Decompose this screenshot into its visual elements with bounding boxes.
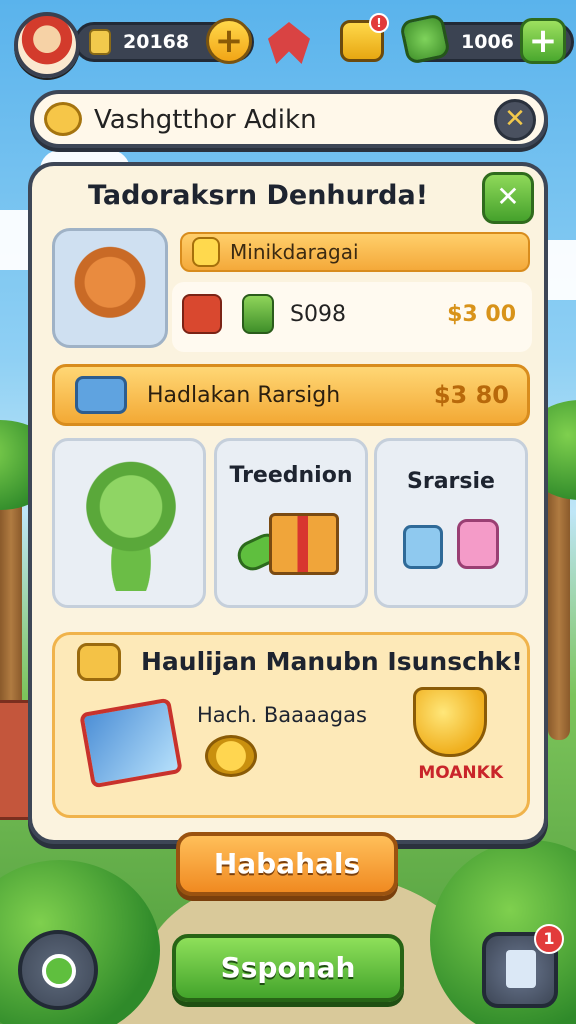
player-avatar[interactable] [14, 12, 80, 78]
coin-jar-icon [89, 29, 111, 55]
quest-panel[interactable]: Haulijan Manubn Isunschk! Hach. Baaaagas… [52, 632, 530, 818]
card-title: Treednion [229, 463, 353, 488]
green-action-button[interactable]: Ssponah [172, 934, 404, 1002]
stat-value: S098 [290, 302, 346, 327]
title-text: Vashgtthor Adikn [94, 105, 317, 135]
quest-title: Haulijan Manubn Isunschk! [141, 647, 523, 676]
chat-button[interactable] [18, 930, 98, 1010]
title-bar: Vashgtthor Adikn ✕ [30, 90, 548, 148]
jar-icon [242, 294, 274, 334]
backpack-icon [182, 294, 222, 334]
main-panel: Tadoraksrn Denhurda! ✕ Minikdaragai S098… [28, 162, 548, 844]
pink-jar-icon [457, 519, 499, 569]
ribbon-icon[interactable] [268, 22, 310, 64]
fox-portrait [52, 228, 168, 348]
reward-label: Hadlakan Rarsigh [147, 383, 341, 408]
pot-label: MOANKK [418, 763, 503, 783]
quest-subtitle: Hach. Baaaagas [197, 703, 367, 727]
gift-icon [269, 513, 339, 575]
add-gems-button[interactable]: + [520, 18, 566, 64]
mail-icon [506, 950, 536, 988]
tv-icon [75, 376, 127, 414]
hero-banner: Minikdaragai [180, 232, 530, 272]
treasure-icon [77, 643, 121, 681]
flower-icon [44, 102, 82, 136]
card-treednion[interactable]: Treednion [214, 438, 368, 608]
add-coins-button[interactable]: + [206, 18, 252, 64]
gem-icon [398, 12, 452, 66]
title-close-button[interactable]: ✕ [494, 99, 536, 141]
mail-button[interactable]: 1 [482, 924, 564, 1008]
panel-title: Tadoraksrn Denhurda! [87, 180, 429, 211]
laptop-icon [79, 697, 183, 789]
coin-amount: 20168 [123, 31, 190, 53]
blue-jar-icon [403, 525, 443, 569]
reward-bar[interactable]: Hadlakan Rarsigh $3 80 [52, 364, 530, 426]
card-title: Srarsie [407, 469, 495, 494]
coin-stack-icon [205, 735, 257, 777]
orange-action-button[interactable]: Habahals [176, 832, 398, 896]
panel-close-button[interactable]: ✕ [482, 172, 534, 224]
hero-banner-label: Minikdaragai [230, 240, 359, 264]
stats-row: S098 $3 00 [172, 282, 532, 352]
honey-pot-icon [413, 687, 487, 757]
chat-icon [42, 954, 76, 988]
mail-badge: 1 [534, 924, 564, 954]
chest-icon[interactable]: ! [340, 13, 389, 62]
card-creature[interactable] [52, 438, 206, 608]
card-srarsie[interactable]: Srarsie [374, 438, 528, 608]
stat-value-secondary: $3 00 [447, 302, 516, 327]
gem-amount: 1006 [461, 31, 514, 53]
notification-badge: ! [369, 13, 389, 33]
creature-icon [85, 461, 177, 591]
badge-icon [192, 237, 220, 267]
top-hud: 20168 + ! 1006 + [10, 8, 574, 78]
reward-value: $3 80 [433, 381, 509, 409]
